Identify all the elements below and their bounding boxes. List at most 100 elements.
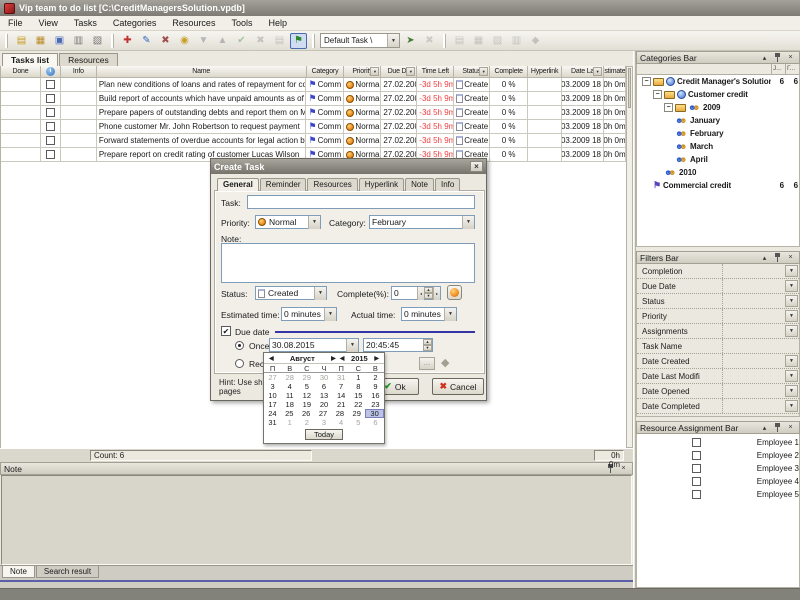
filter-row-date-completed[interactable]: Date Completed▼ <box>637 399 799 414</box>
expand-icon[interactable]: − <box>653 90 662 99</box>
table-row[interactable]: Build report of accounts which have unpa… <box>1 92 626 106</box>
save-icon[interactable]: ▣ <box>51 33 68 49</box>
column-header-complete[interactable]: Complete <box>490 66 528 78</box>
calendar-day[interactable]: 27 <box>315 409 332 418</box>
calendar-day[interactable]: 23 <box>367 400 384 409</box>
settings-icon[interactable]: ◆ <box>527 33 544 49</box>
chevron-down-icon[interactable]: ▼ <box>785 280 798 292</box>
done-checkbox[interactable] <box>46 80 55 89</box>
calendar-day[interactable]: 8 <box>350 382 367 391</box>
task-input[interactable] <box>247 195 475 209</box>
report-icon[interactable]: ▤ <box>451 33 468 49</box>
chevron-down-icon[interactable]: ▼ <box>785 295 798 307</box>
print-icon[interactable]: ▥ <box>70 33 87 49</box>
actual-time-combo[interactable]: 0 minutes ▼ <box>401 307 457 321</box>
filter-row-completion[interactable]: Completion▼ <box>637 264 799 279</box>
close-icon[interactable]: × <box>785 423 796 433</box>
chevron-down-icon[interactable]: ▼ <box>308 216 320 229</box>
calendar-day[interactable]: 30 <box>315 373 332 382</box>
calendar-day[interactable]: 9 <box>367 382 384 391</box>
close-icon[interactable]: × <box>785 253 796 263</box>
tree-item-february[interactable]: ☻February <box>637 127 799 140</box>
email-icon[interactable]: ▥ <box>508 33 525 49</box>
calendar-day[interactable]: 27 <box>264 373 281 382</box>
estimated-time-combo[interactable]: 0 minutes ▼ <box>281 307 337 321</box>
chevron-down-icon[interactable]: ▼ <box>785 310 798 322</box>
calendar-day[interactable]: 4 <box>333 418 350 427</box>
calendar-day[interactable]: 10 <box>264 391 281 400</box>
calendar-day[interactable]: 16 <box>367 391 384 400</box>
calendar-day[interactable]: 3 <box>315 418 332 427</box>
recurrence-ellipsis-button[interactable]: ... <box>419 357 435 370</box>
recurrence-radio[interactable] <box>235 359 244 368</box>
tree-item-2009[interactable]: −☻2009 <box>637 101 799 114</box>
filter-row-date-opened[interactable]: Date Opened▼ <box>637 384 799 399</box>
calendar-day[interactable]: 4 <box>281 382 298 391</box>
calendar-day[interactable]: 30 <box>365 409 384 418</box>
categories-column-1[interactable]: J... <box>771 64 785 75</box>
menu-item-tools[interactable]: Tools <box>223 17 260 29</box>
menu-item-file[interactable]: File <box>0 17 31 29</box>
chevron-down-icon[interactable]: ▼ <box>324 308 336 321</box>
column-header-time_left[interactable]: Time Left <box>417 66 454 78</box>
prev-month-icon[interactable]: ◀ <box>267 355 276 362</box>
export-icon[interactable]: ▧ <box>489 33 506 49</box>
once-radio[interactable] <box>235 341 244 350</box>
filter-row-task-name[interactable]: Task Name <box>637 339 799 354</box>
column-header-priority[interactable]: Priority▼ <box>344 66 381 78</box>
calendar-day[interactable]: 13 <box>315 391 332 400</box>
tree-item-2010[interactable]: ☻2010 <box>637 166 799 179</box>
chevron-down-icon[interactable]: ▼ <box>785 265 798 277</box>
new-list-icon[interactable]: ▤ <box>13 33 30 49</box>
calendar-day[interactable]: 20 <box>315 400 332 409</box>
pin-icon[interactable] <box>772 253 783 263</box>
move-up-icon[interactable]: ▲ <box>214 33 231 49</box>
chevron-down-icon[interactable]: ▼ <box>785 370 798 382</box>
chevron-down-icon[interactable]: ▼ <box>387 34 399 47</box>
tab-search-result[interactable]: Search result <box>36 566 99 578</box>
dialog-tab-info[interactable]: Info <box>435 178 460 191</box>
chevron-down-icon[interactable]: ▼ <box>785 355 798 367</box>
menu-item-help[interactable]: Help <box>260 17 295 29</box>
calendar-day[interactable]: 22 <box>350 400 367 409</box>
chevron-down-icon[interactable]: ▼ <box>462 216 474 229</box>
resource-item-employee-2[interactable]: Employee 2 <box>640 449 799 462</box>
spin-buttons[interactable]: ▲▼ <box>423 339 432 351</box>
chevron-down-icon[interactable]: ▼ <box>346 339 358 352</box>
dialog-tab-note[interactable]: Note <box>405 178 434 191</box>
filter-row-priority[interactable]: Priority▼ <box>637 309 799 324</box>
status-combo[interactable]: Created ▼ <box>255 286 327 300</box>
calendar-day[interactable]: 6 <box>315 382 332 391</box>
filter-row-date-created[interactable]: Date Created▼ <box>637 354 799 369</box>
calendar-day[interactable]: 24 <box>264 409 281 418</box>
chevron-down-icon[interactable]: ▼ <box>785 325 798 337</box>
done-checkbox[interactable] <box>46 150 55 159</box>
resource-item-employee-1[interactable]: Employee 1 <box>640 436 799 449</box>
column-header-date_last[interactable]: Date La▼ <box>562 66 604 78</box>
dialog-tab-reminder[interactable]: Reminder <box>260 178 307 191</box>
column-header-hyperlink[interactable]: Hyperlink <box>528 66 562 78</box>
calendar-day[interactable]: 31 <box>333 373 350 382</box>
increment-icon[interactable]: ▸ <box>433 287 440 300</box>
decrement-icon[interactable]: ◂ <box>417 287 424 300</box>
calendar-day[interactable]: 29 <box>298 373 315 382</box>
done-checkbox[interactable] <box>46 94 55 103</box>
tab-note[interactable]: Note <box>2 566 35 578</box>
menu-item-view[interactable]: View <box>31 17 66 29</box>
dialog-tab-general[interactable]: General <box>217 178 259 191</box>
resource-item-employee-4[interactable]: Employee 4 <box>640 475 799 488</box>
column-filter-icon[interactable]: ▼ <box>406 67 415 76</box>
resource-checkbox[interactable] <box>692 477 701 486</box>
chevron-down-icon[interactable]: ▼ <box>785 385 798 397</box>
resource-checkbox[interactable] <box>692 490 701 499</box>
tree-item-april[interactable]: ☻April <box>637 153 799 166</box>
calendar-day[interactable]: 28 <box>331 409 348 418</box>
tab-tasks-list[interactable]: Tasks list <box>2 53 58 66</box>
menu-item-categories[interactable]: Categories <box>105 17 165 29</box>
resource-item-employee-3[interactable]: Employee 3 <box>640 462 799 475</box>
done-checkbox[interactable] <box>46 108 55 117</box>
calendar-day[interactable]: 3 <box>264 382 281 391</box>
open-list-icon[interactable]: ▦ <box>32 33 49 49</box>
table-row[interactable]: Prepare papers of outstanding debts and … <box>1 106 626 120</box>
calendar-day[interactable]: 31 <box>264 418 281 427</box>
